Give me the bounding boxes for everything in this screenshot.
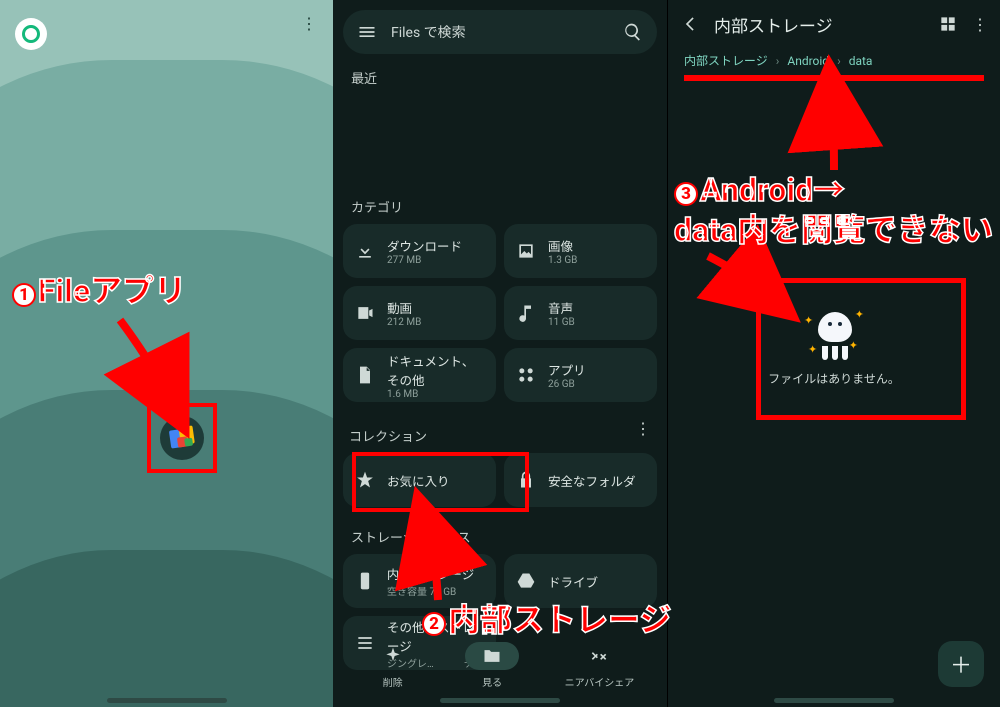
section-collections: コレクション <box>349 426 635 445</box>
categories-grid: ダウンロード277 MB 画像1.3 GB 動画212 MB 音声11 GB ド… <box>333 216 667 402</box>
cat-title: 動画 <box>387 298 421 317</box>
nav-label: 削除 <box>383 674 403 689</box>
doc-icon <box>355 365 375 385</box>
folder-icon <box>482 646 502 666</box>
cat-sub: 26 GB <box>548 379 586 390</box>
cat-title: ダウンロード <box>387 236 462 255</box>
chevron-right-icon: › <box>776 54 780 68</box>
category-downloads[interactable]: ダウンロード277 MB <box>343 224 496 278</box>
back-icon[interactable] <box>680 14 700 34</box>
annotation-number-1: 1 <box>12 283 36 307</box>
cat-title: ドキュメント、その他 <box>387 351 484 389</box>
annotation-3: 3Android→ data内を閲覧できない <box>674 170 1000 250</box>
category-documents[interactable]: ドキュメント、その他1.6 MB <box>343 348 496 402</box>
annotation-box-empty <box>756 278 966 420</box>
collections-grid: お気に入り 安全なフォルダ <box>333 445 667 507</box>
gesture-nav-pill[interactable] <box>107 698 227 703</box>
more-icon[interactable]: ⋮ <box>972 15 988 34</box>
annotation-2-text: 内部ストレージ <box>448 601 671 639</box>
status-more-icon: ⋮ <box>301 14 319 33</box>
detail-topbar: 内部ストレージ ⋮ <box>668 0 1000 48</box>
phone-icon <box>355 571 375 591</box>
cat-title: 画像 <box>548 236 577 255</box>
coll-title: お気に入り <box>387 471 450 490</box>
cat-sub: 1.6 MB <box>387 389 484 400</box>
cat-sub: 277 MB <box>387 255 462 266</box>
gesture-nav-pill[interactable] <box>774 698 894 703</box>
bottom-nav: 削除 見る ニアバイシェア <box>333 642 667 689</box>
audio-icon <box>516 303 536 323</box>
chevron-right-icon: › <box>837 54 841 68</box>
nav-nearby-share[interactable]: ニアバイシェア <box>565 642 635 689</box>
nav-clean[interactable]: 削除 <box>366 642 420 689</box>
annotation-3-line2: data内を閲覧できない <box>674 211 993 249</box>
category-audio[interactable]: 音声11 GB <box>504 286 657 340</box>
collections-more-icon[interactable]: ⋮ <box>635 419 651 438</box>
search-bar[interactable]: Files で検索 <box>343 10 657 54</box>
category-images[interactable]: 画像1.3 GB <box>504 224 657 278</box>
cat-sub: 1.3 GB <box>548 255 577 266</box>
cat-sub: 212 MB <box>387 317 421 328</box>
annotation-arrow-3b <box>700 248 780 312</box>
camera-cutout-icon <box>15 18 47 50</box>
collection-favorites[interactable]: お気に入り <box>343 453 496 507</box>
storage-title: ドライブ <box>548 572 598 591</box>
detail-title: 内部ストレージ <box>714 12 924 37</box>
annotation-2: 2内部ストレージ <box>422 600 671 640</box>
cat-title: 音声 <box>548 298 575 317</box>
crumb-data[interactable]: data <box>849 54 873 68</box>
star-icon <box>355 470 375 490</box>
section-categories: カテゴリ <box>333 197 667 216</box>
breadcrumb: 内部ストレージ › Android › data <box>668 48 1000 73</box>
grid-view-icon[interactable] <box>938 14 958 34</box>
nearby-icon <box>589 646 609 666</box>
download-icon <box>355 241 375 261</box>
search-placeholder: Files で検索 <box>391 22 609 42</box>
category-videos[interactable]: 動画212 MB <box>343 286 496 340</box>
category-apps[interactable]: アプリ26 GB <box>504 348 657 402</box>
cat-title: アプリ <box>548 360 586 379</box>
section-recent: 最近 <box>333 68 667 87</box>
annotation-number-3: 3 <box>674 182 698 206</box>
section-storage-devices: ストレージ デバイス <box>333 527 667 546</box>
annotation-number-2: 2 <box>422 612 446 636</box>
add-fab[interactable]: ＋ <box>938 641 984 687</box>
drive-icon <box>516 571 536 591</box>
coll-title: 安全なフォルダ <box>548 471 636 490</box>
search-icon[interactable] <box>623 22 643 42</box>
image-icon <box>516 241 536 261</box>
gesture-nav-pill[interactable] <box>440 698 560 703</box>
collection-safe-folder[interactable]: 安全なフォルダ <box>504 453 657 507</box>
annotation-1-text: Fileアプリ <box>38 272 186 310</box>
app-icon <box>516 365 536 385</box>
crumb-internal[interactable]: 内部ストレージ <box>684 52 768 69</box>
nav-label: ニアバイシェア <box>565 674 635 689</box>
nav-browse[interactable]: 見る <box>465 642 519 689</box>
hamburger-icon[interactable] <box>357 22 377 42</box>
annotation-1: 1Fileアプリ <box>12 271 186 311</box>
annotation-underline <box>684 75 984 81</box>
crumb-android[interactable]: Android <box>787 54 829 68</box>
nav-label: 見る <box>482 674 502 689</box>
video-icon <box>355 303 375 323</box>
cat-sub: 11 GB <box>548 317 575 328</box>
lock-icon <box>516 470 536 490</box>
annotation-arrow-1 <box>110 310 200 424</box>
annotation-3-line1: Android→ <box>700 171 845 209</box>
sparkle-icon <box>383 646 403 666</box>
